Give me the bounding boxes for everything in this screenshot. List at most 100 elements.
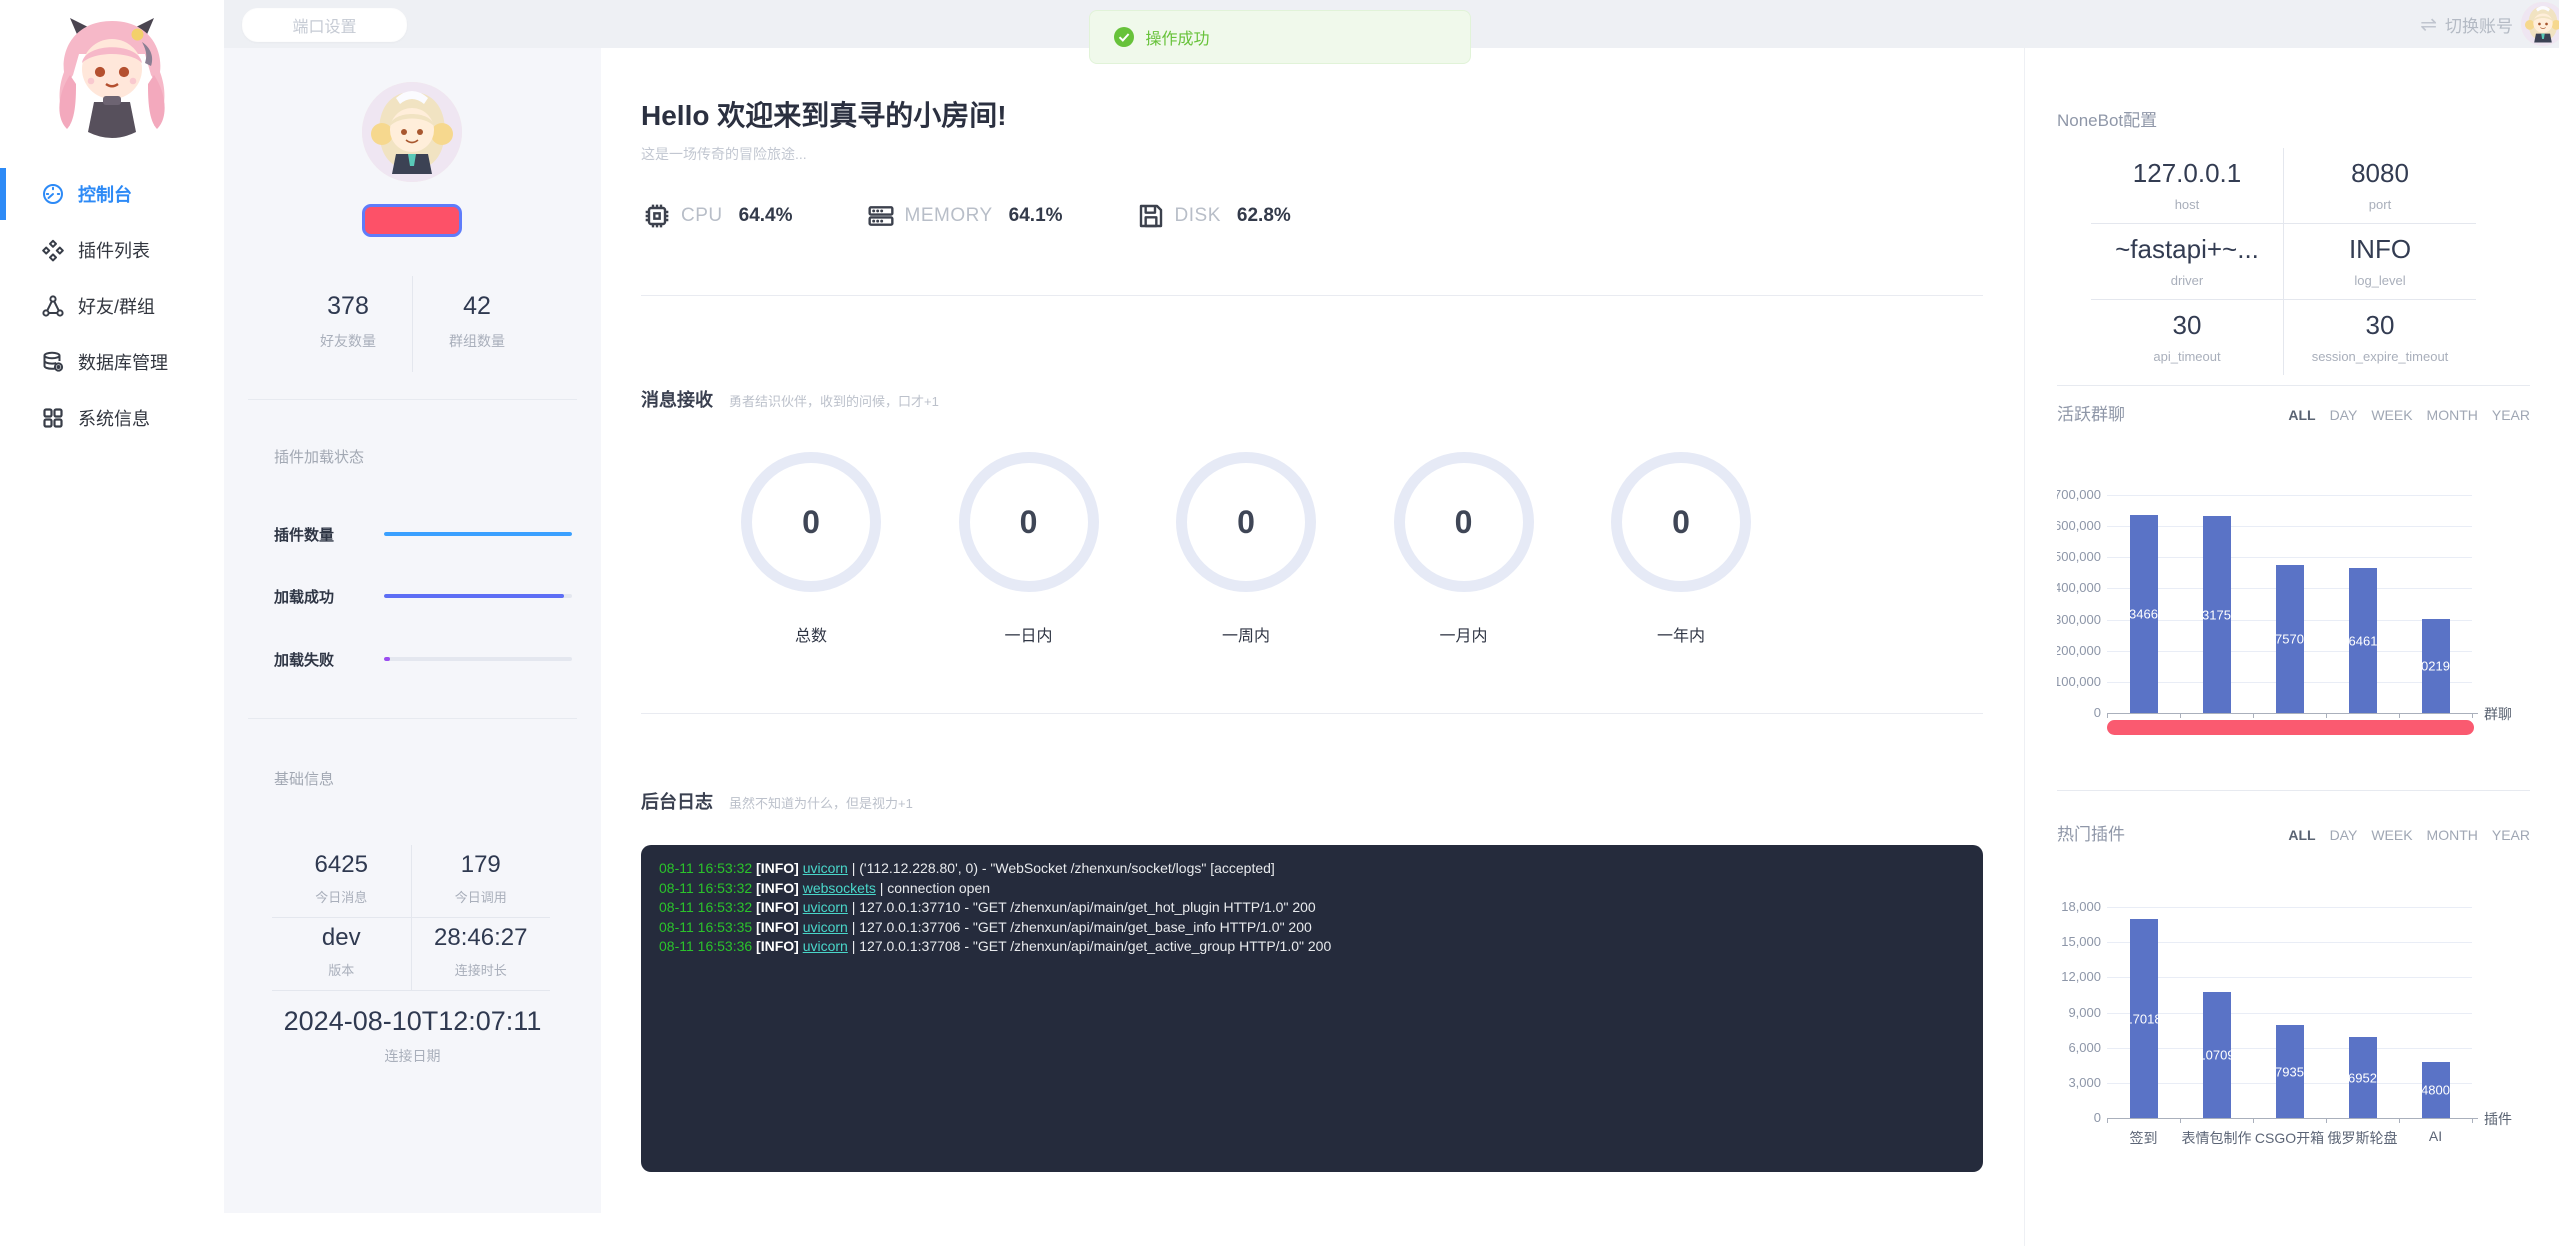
log-logger-link[interactable]: uvicorn xyxy=(803,860,848,876)
log-console[interactable]: 08-11 16:53:32 [INFO] uvicorn | ('112.12… xyxy=(641,845,1983,1172)
sidebar-item-database-manage[interactable]: 数据库管理 xyxy=(0,334,224,390)
log-line: 08-11 16:53:36 [INFO] uvicorn | 127.0.0.… xyxy=(659,937,1965,957)
plugin-progress-row: 加载失败 xyxy=(274,649,572,669)
chart-range-tab-all[interactable]: ALL xyxy=(2288,827,2315,843)
chart-range-tab-day[interactable]: DAY xyxy=(2330,827,2358,843)
switch-account-button[interactable]: ⇌ 切换账号 xyxy=(2420,0,2513,48)
sidebar-item-console[interactable]: 控制台 xyxy=(0,166,224,222)
chart-range-tab-day[interactable]: DAY xyxy=(2330,407,2358,423)
config-row: 127.0.0.1host8080port xyxy=(2091,148,2476,224)
config-value: 30 xyxy=(2091,310,2283,341)
config-value: INFO xyxy=(2284,234,2476,265)
chart-range-tab-month[interactable]: MONTH xyxy=(2427,407,2478,423)
sidebar-item-label: 控制台 xyxy=(78,181,132,207)
counter-ring: 0 xyxy=(1394,452,1534,592)
chart-range-tab-all[interactable]: ALL xyxy=(2288,407,2315,423)
hot-plugin-chart-header: 热门插件ALLDAYWEEKMONTHYEAR xyxy=(2057,820,2530,845)
system-icon xyxy=(40,405,66,431)
account-avatar[interactable] xyxy=(2521,2,2559,46)
divider xyxy=(641,295,1983,296)
stat-value: 42 xyxy=(413,292,541,321)
port-settings-button[interactable]: 端口设置 xyxy=(242,8,407,42)
counter-label: 一周内 xyxy=(1176,622,1316,646)
bot-status-button[interactable] xyxy=(362,204,462,237)
config-label: driver xyxy=(2091,273,2283,288)
chart-range-tab-week[interactable]: WEEK xyxy=(2371,407,2412,423)
cell-label: 今日消息 xyxy=(272,887,411,906)
bar: 7935 xyxy=(2276,1025,2304,1118)
stat-label: 好友数量 xyxy=(284,331,412,351)
divider xyxy=(248,399,577,400)
config-cell-log_level: INFOlog_level xyxy=(2284,224,2476,299)
log-logger-link[interactable]: uvicorn xyxy=(803,899,848,915)
message-counters: 0总数0一日内0一周内0一月内0一年内 xyxy=(741,452,1751,646)
bar-value-label: 302192 xyxy=(2414,659,2457,674)
counter-value: 0 xyxy=(802,504,820,541)
chart-range-tab-year[interactable]: YEAR xyxy=(2492,407,2530,423)
plugin-progress-row: 加载成功 xyxy=(274,586,572,606)
log-message: | 127.0.0.1:37706 - "GET /zhenxun/api/ma… xyxy=(848,919,1312,935)
chart-legend[interactable]: 插件 xyxy=(2484,1109,2512,1129)
chart-range-tab-month[interactable]: MONTH xyxy=(2427,827,2478,843)
sidebar-item-plugin-list[interactable]: 插件列表 xyxy=(0,222,224,278)
chart-legend[interactable]: 群聊 xyxy=(2484,704,2512,724)
chart-range-tab-year[interactable]: YEAR xyxy=(2492,827,2530,843)
config-cell-api_timeout: 30api_timeout xyxy=(2091,300,2284,375)
counter-ring: 0 xyxy=(959,452,1099,592)
gridline xyxy=(2107,942,2472,943)
log-line: 08-11 16:53:32 [INFO] uvicorn | 127.0.0.… xyxy=(659,898,1965,918)
x-axis-line xyxy=(2107,713,2478,714)
sidebar-item-system-info[interactable]: 系统信息 xyxy=(0,390,224,446)
metric-label: DISK xyxy=(1175,205,1221,227)
message-section-subtitle: 勇者结识伙伴，收到的问候，口才+1 xyxy=(729,391,939,410)
metric-disk: DISK62.8% xyxy=(1135,200,1291,232)
config-value: 127.0.0.1 xyxy=(2091,158,2283,189)
progress-label: 加载失败 xyxy=(274,649,384,670)
chart-range-tab-week[interactable]: WEEK xyxy=(2371,827,2412,843)
divider xyxy=(641,713,1983,714)
x-axis-tick xyxy=(2180,713,2181,718)
cell-value: dev xyxy=(272,924,411,952)
message-counter: 0一月内 xyxy=(1394,452,1534,646)
y-axis-tick-label: 200,000 xyxy=(2057,643,2101,658)
bar-value-label: 464611 xyxy=(2341,633,2383,648)
config-cell-session_expire_timeout: 30session_expire_timeout xyxy=(2284,300,2476,375)
log-message: | ('112.12.228.80', 0) - "WebSocket /zhe… xyxy=(848,860,1275,876)
plugin-progress-row: 插件数量 xyxy=(274,524,572,544)
config-row: ~fastapi+~...driverINFOlog_level xyxy=(2091,224,2476,300)
profile-stat: 42群组数量 xyxy=(413,276,541,372)
bar: 475700 xyxy=(2276,565,2304,713)
toast-message: 操作成功 xyxy=(1146,25,1210,49)
log-logger-link[interactable]: uvicorn xyxy=(803,938,848,954)
config-cell-port: 8080port xyxy=(2284,148,2476,223)
bot-stats: 378 好友数量42群组数量 xyxy=(284,276,541,372)
profile-stat: 378 好友数量 xyxy=(284,276,413,372)
x-axis-tick xyxy=(2326,1118,2327,1123)
app-logo xyxy=(37,8,187,160)
log-level: [INFO] xyxy=(756,880,803,896)
dashboard-page: 控制台插件列表好友/群组数据库管理系统信息 端口设置 ⇌ 切换账号 xyxy=(0,0,2559,1246)
success-toast: 操作成功 xyxy=(1089,10,1471,64)
gridline xyxy=(2107,1013,2472,1014)
x-axis-tick xyxy=(2180,1118,2181,1123)
hot-plugin-chart: 03,0006,0009,00012,00015,00018,00017018签… xyxy=(2057,866,2531,1176)
gridline xyxy=(2107,557,2472,558)
y-axis-tick-label: 700,000 xyxy=(2057,487,2101,502)
x-axis-line xyxy=(2107,1118,2478,1119)
metric-memory: MEMORY64.1% xyxy=(865,200,1063,232)
datazoom-slider[interactable] xyxy=(2107,720,2474,735)
log-logger-link[interactable]: uvicorn xyxy=(803,919,848,935)
base-info-cell: dev版本 xyxy=(272,918,412,990)
stat-value: 378 xyxy=(284,292,412,321)
counter-label: 总数 xyxy=(741,622,881,646)
config-panel: NoneBot配置 127.0.0.1host8080port~fastapi+… xyxy=(2024,48,2559,1246)
log-timestamp: 08-11 16:53:32 xyxy=(659,880,756,896)
y-axis-tick-label: 18,000 xyxy=(2057,899,2101,914)
message-counter: 0一周内 xyxy=(1176,452,1316,646)
message-counter: 0 总数 xyxy=(741,452,881,646)
log-timestamp: 08-11 16:53:36 xyxy=(659,938,756,954)
sidebar-item-friends-groups[interactable]: 好友/群组 xyxy=(0,278,224,334)
log-logger-link[interactable]: websockets xyxy=(803,880,876,896)
divider xyxy=(2057,790,2530,791)
message-section-title: 消息接收 xyxy=(641,386,713,412)
